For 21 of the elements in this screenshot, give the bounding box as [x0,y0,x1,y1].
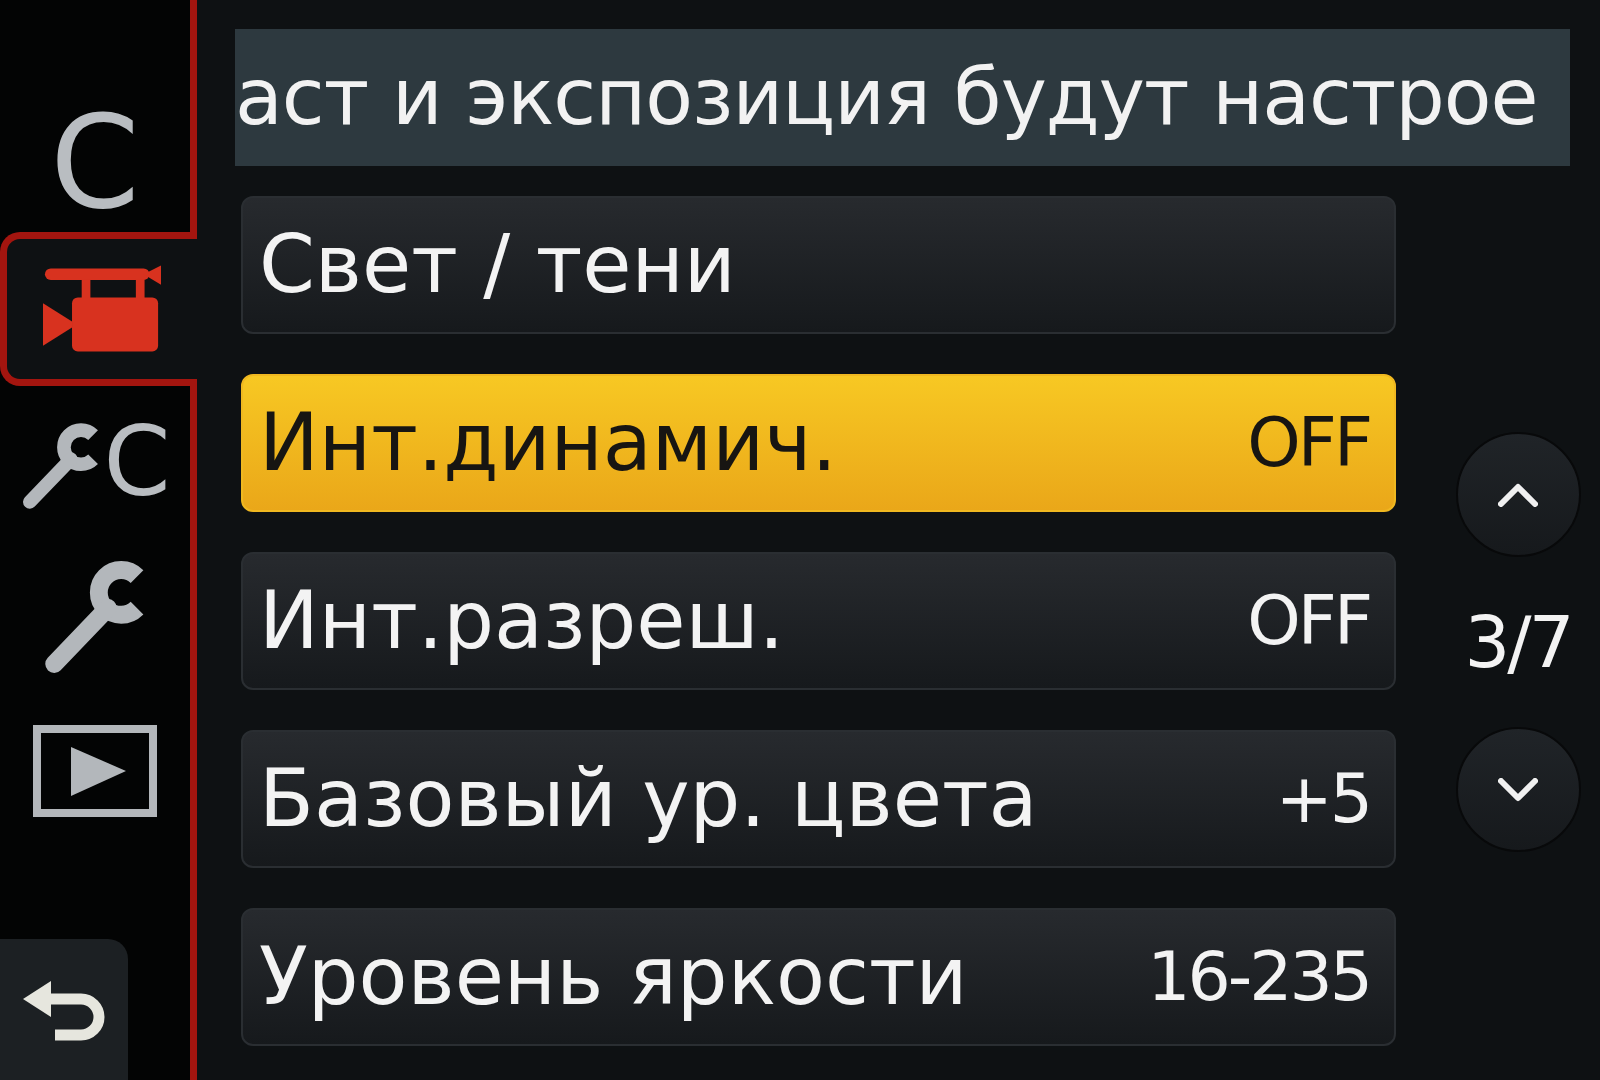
back-button[interactable] [0,939,128,1080]
chevron-down-icon [1498,777,1538,802]
chevron-up-icon [1498,482,1538,507]
setting-value: +5 [1275,765,1370,833]
setting-label: Свет / тени [259,225,736,305]
menu-row[interactable]: Базовый ур. цвета +5 [241,730,1396,868]
setting-value: OFF [1247,409,1370,477]
page-indicator: 3/7 [1464,606,1572,678]
menu-row[interactable]: Уровень яркости 16-235 [241,908,1396,1046]
return-arrow-icon [22,978,106,1041]
wrench-icon [45,560,145,674]
setting-label: Инт.динамич. [259,403,837,483]
video-camera-icon [43,265,161,353]
setting-value: 16-235 [1147,943,1370,1011]
help-banner: аст и экспозиция будут настрое [235,29,1570,166]
wrench-icon [23,422,100,510]
setting-value: OFF [1247,587,1370,655]
playback-icon [33,725,157,817]
menu-row[interactable]: Инт.динамич. OFF [241,374,1396,512]
menu-row[interactable]: Свет / тени [241,196,1396,334]
menu-row[interactable]: Инт.разреш. OFF [241,552,1396,690]
